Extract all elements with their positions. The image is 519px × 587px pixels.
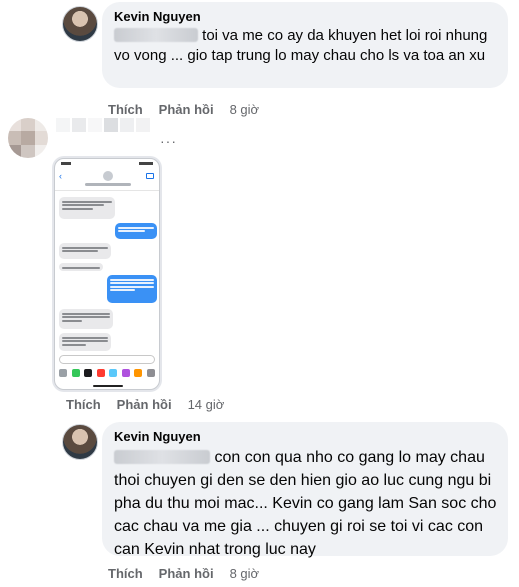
back-icon: ‹ xyxy=(59,171,62,181)
more-options-icon[interactable]: ··· xyxy=(160,133,177,149)
avatar[interactable] xyxy=(62,6,98,42)
comment-bubble: Kevin Nguyen con con qua nho co gang lo … xyxy=(102,422,508,558)
reply-button[interactable]: Phản hồi xyxy=(117,397,172,412)
comment-bubble: Kevin Nguyen toi va me co ay da khuyen h… xyxy=(102,2,508,88)
comment-actions: Thích Phản hồi 14 giờ xyxy=(66,397,224,412)
tagged-name-blurred[interactable] xyxy=(114,450,210,464)
message-screenshot-attachment[interactable]: ‹ xyxy=(54,158,160,390)
reply-button[interactable]: Phản hồi xyxy=(159,102,214,117)
commenter-name-pixelated[interactable] xyxy=(56,118,150,132)
contact-name-blurred xyxy=(85,183,131,186)
message-bubble-incoming xyxy=(59,197,115,219)
contact-avatar xyxy=(103,171,113,181)
message-bubble-incoming xyxy=(59,243,111,259)
comment-author[interactable]: Kevin Nguyen xyxy=(114,9,496,24)
video-call-icon xyxy=(146,173,154,179)
message-bubble-incoming xyxy=(59,263,103,271)
message-bubble-incoming xyxy=(59,309,113,329)
avatar[interactable] xyxy=(62,424,98,460)
chat-header: ‹ xyxy=(55,169,159,191)
like-button[interactable]: Thích xyxy=(66,397,101,412)
comment-time[interactable]: 8 giờ xyxy=(230,566,260,581)
tagged-name-blurred[interactable] xyxy=(114,28,198,42)
avatar[interactable] xyxy=(8,118,48,158)
reply-button[interactable]: Phản hồi xyxy=(159,566,214,581)
message-bubble-incoming xyxy=(59,333,111,351)
like-button[interactable]: Thích xyxy=(108,102,143,117)
message-bubble-outgoing xyxy=(115,223,157,239)
message-bubble-outgoing xyxy=(107,275,157,303)
comment-text: con con qua nho co gang lo may chau thoi… xyxy=(114,449,497,558)
comment-actions: Thích Phản hồi 8 giờ xyxy=(108,566,259,581)
comment-time[interactable]: 8 giờ xyxy=(230,102,260,117)
comment-time[interactable]: 14 giờ xyxy=(188,397,225,412)
comment-actions: Thích Phản hồi 8 giờ xyxy=(108,102,259,117)
like-button[interactable]: Thích xyxy=(108,566,143,581)
message-input-box xyxy=(59,355,155,364)
comment-author[interactable]: Kevin Nguyen xyxy=(114,429,496,444)
phone-status-bar xyxy=(55,159,159,169)
imessage-app-bar xyxy=(59,369,155,377)
home-indicator xyxy=(93,385,123,387)
